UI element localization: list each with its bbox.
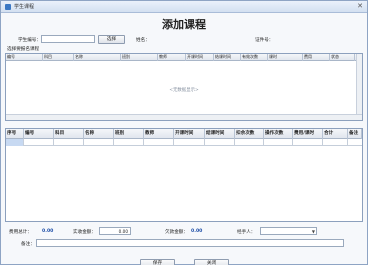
col-id[interactable]: 编号 xyxy=(6,54,43,61)
col-fee[interactable]: 费用 xyxy=(303,54,330,61)
student-id-label: 学生编号： xyxy=(18,38,41,43)
col-teacher[interactable]: 教师 xyxy=(158,54,186,61)
paid-amount-label: 实收金额： xyxy=(73,230,96,235)
col-end-time[interactable]: 结课时间 xyxy=(214,54,241,61)
table-cell[interactable] xyxy=(264,139,293,146)
col-subject[interactable]: 科目 xyxy=(54,129,84,139)
paid-amount-input[interactable]: 0.00 xyxy=(99,227,131,235)
course-grid-hscroll[interactable] xyxy=(6,114,362,120)
save-button[interactable]: 保存 xyxy=(140,259,175,265)
page-title: 添加课程 xyxy=(162,18,206,31)
table-cell[interactable] xyxy=(54,139,84,146)
table-cell[interactable] xyxy=(144,139,174,146)
note-label: 备注： xyxy=(21,242,35,247)
table-cell[interactable] xyxy=(235,139,264,146)
table-cell[interactable] xyxy=(114,139,144,146)
note-input[interactable] xyxy=(36,239,344,247)
col-subject[interactable]: 科目 xyxy=(43,54,74,61)
col-start-time[interactable]: 开课时间 xyxy=(186,54,214,61)
enroll-grid-header: 序号 编号 科目 名称 班别 教师 开课时间 结课时间 扣余次数 操作次数 费用… xyxy=(6,129,362,139)
row-selector-cell[interactable] xyxy=(6,139,24,146)
col-end-time[interactable]: 结课时间 xyxy=(205,129,235,139)
table-cell[interactable] xyxy=(293,139,323,146)
col-start-time[interactable]: 开课时间 xyxy=(174,129,205,139)
close-icon[interactable]: ✕ xyxy=(357,2,363,10)
title-bar: 学生课程 ✕ xyxy=(1,1,367,13)
close-button[interactable]: 关闭 xyxy=(194,259,229,265)
window-title: 学生课程 xyxy=(14,4,35,10)
app-icon xyxy=(5,4,11,10)
col-teacher[interactable]: 教师 xyxy=(144,129,174,139)
col-name[interactable]: 名称 xyxy=(74,54,121,61)
select-student-button[interactable]: 选择 xyxy=(98,35,125,44)
col-status[interactable]: 状态 xyxy=(330,54,355,61)
course-grid-header: 编号 科目 名称 班别 教师 开课时间 结课时间 有效次数 课时 费用 状态 备… xyxy=(6,54,362,61)
empty-message: <无数据显示> xyxy=(169,88,199,93)
col-remaining[interactable]: 扣余次数 xyxy=(235,129,264,139)
col-remark[interactable]: 备注 xyxy=(348,129,362,139)
col-class[interactable]: 班别 xyxy=(114,129,144,139)
col-class[interactable]: 班别 xyxy=(121,54,158,61)
table-cell[interactable] xyxy=(323,139,348,146)
table-cell[interactable] xyxy=(174,139,205,146)
enroll-grid[interactable]: 序号 编号 科目 名称 班别 教师 开课时间 结课时间 扣余次数 操作次数 费用… xyxy=(5,128,363,222)
col-total[interactable]: 合计 xyxy=(323,129,348,139)
course-grid-vscroll[interactable] xyxy=(356,54,362,115)
total-fee-label: 费用总计： xyxy=(9,230,32,235)
total-fee-value: 0.00 xyxy=(42,229,54,234)
col-seq[interactable]: 序号 xyxy=(6,129,24,139)
table-cell[interactable] xyxy=(84,139,114,146)
table-row[interactable] xyxy=(6,139,362,146)
course-grid[interactable]: 编号 科目 名称 班别 教师 开课时间 结课时间 有效次数 课时 费用 状态 备… xyxy=(5,53,363,121)
student-name-label: 姓名： xyxy=(136,38,150,43)
col-id[interactable]: 编号 xyxy=(24,129,54,139)
col-name[interactable]: 名称 xyxy=(84,129,114,139)
col-hours[interactable]: 课时 xyxy=(268,54,303,61)
handler-label: 经手人： xyxy=(237,230,256,235)
owed-amount-value: 0.00 xyxy=(191,229,203,234)
document-number-label: 证件号： xyxy=(255,38,274,43)
student-id-input[interactable] xyxy=(41,35,95,43)
owed-amount-label: 欠款金额： xyxy=(165,230,188,235)
col-valid-count[interactable]: 有效次数 xyxy=(241,54,268,61)
chevron-down-icon[interactable]: ▼ xyxy=(312,229,315,234)
handler-select[interactable]: ▼ xyxy=(260,227,317,235)
table-cell[interactable] xyxy=(205,139,235,146)
dialog-window: 学生课程 ✕ 添加课程 学生编号： 选择 姓名： 证件号： 选择要报名课程 编号… xyxy=(0,0,368,265)
table-cell[interactable] xyxy=(24,139,54,146)
col-fee-per-hour[interactable]: 费用/课时 xyxy=(293,129,323,139)
col-operations[interactable]: 操作次数 xyxy=(264,129,293,139)
course-section-label: 选择要报名课程 xyxy=(7,47,40,52)
